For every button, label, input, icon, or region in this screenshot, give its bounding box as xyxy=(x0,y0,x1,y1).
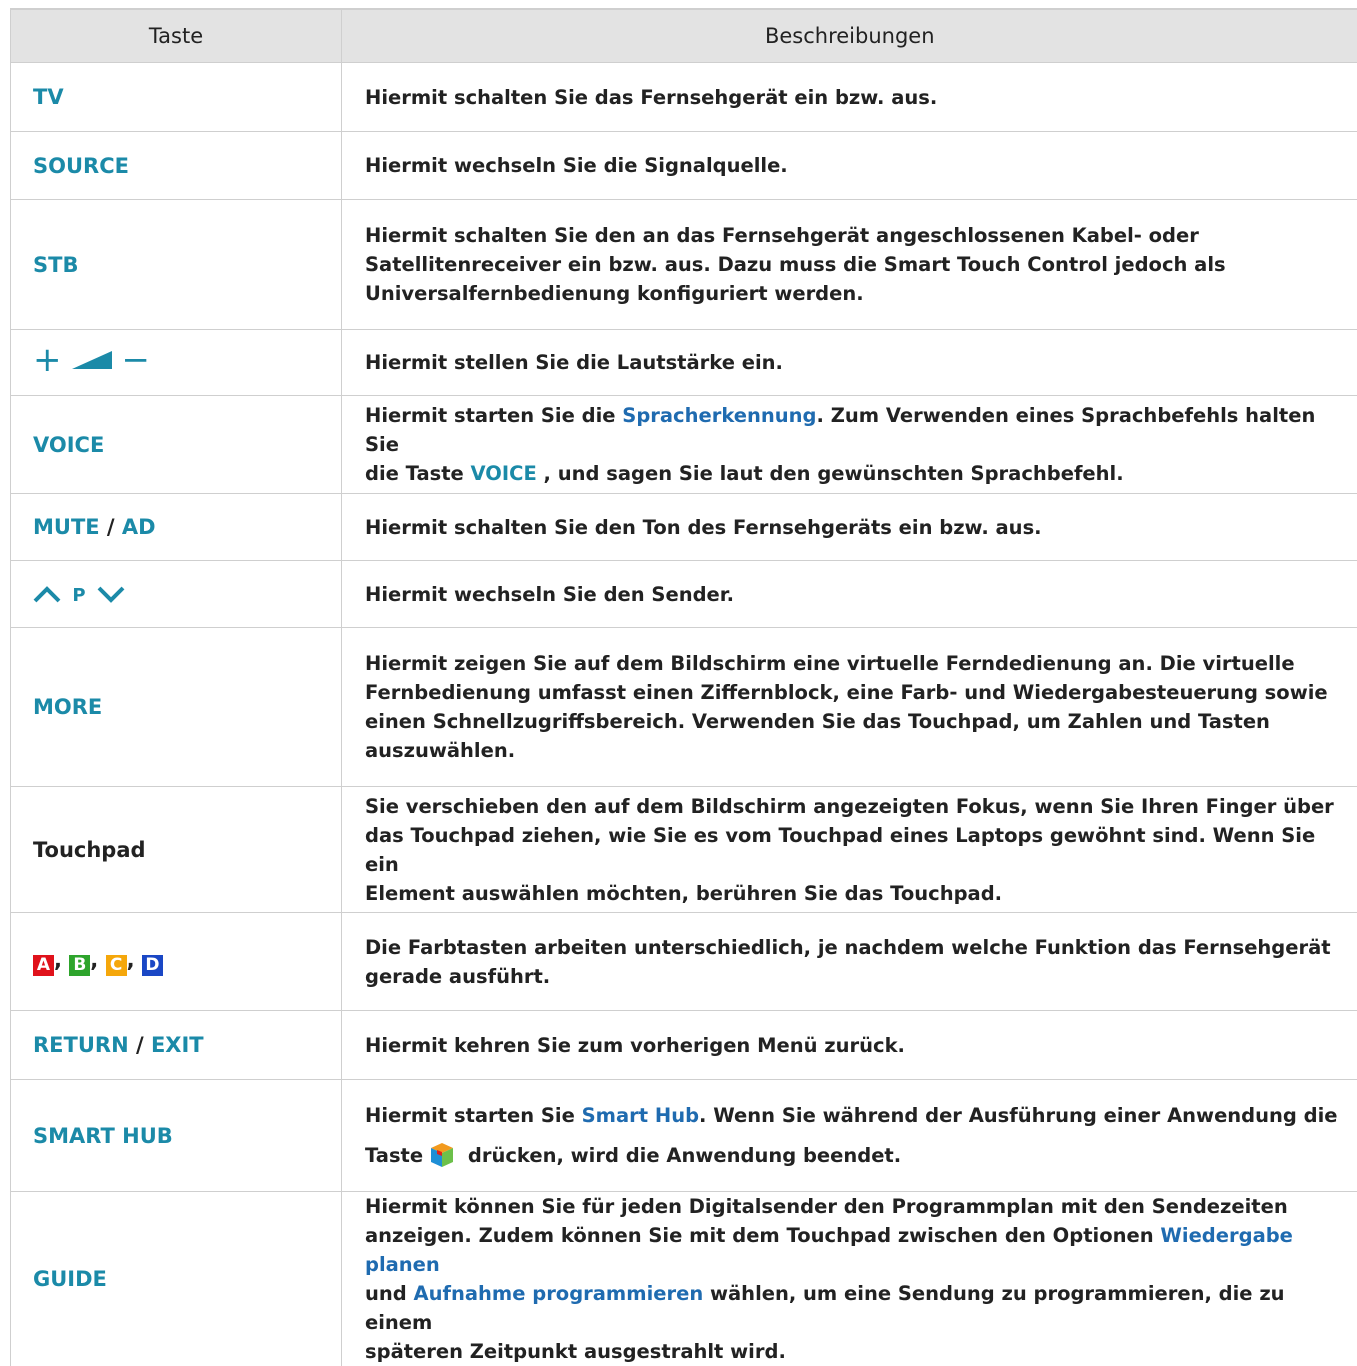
desc-line: gerade ausführt. xyxy=(365,965,550,988)
volume-icon xyxy=(72,351,112,369)
key-separator: / xyxy=(129,1033,151,1057)
row-description: Hiermit starten Sie Smart Hub. Wenn Sie … xyxy=(342,1080,1357,1192)
desc-line: späteren Zeitpunkt ausgestrahlt wird. xyxy=(365,1340,786,1363)
desc-line: auszuwählen. xyxy=(365,739,515,762)
row-description: Hiermit kehren Sie zum vorherigen Menü z… xyxy=(342,1011,1357,1080)
smart-hub-icon xyxy=(429,1141,455,1169)
table-row: P Hiermit wechseln Sie den Sender. xyxy=(11,561,1357,628)
row-description: Hiermit zeigen Sie auf dem Bildschirm ei… xyxy=(342,628,1357,787)
key-channel: P xyxy=(11,561,342,628)
key-smart-hub: SMART HUB xyxy=(11,1080,342,1192)
key-voice: VOICE xyxy=(11,396,342,494)
key-color-buttons: A, B, C, D xyxy=(11,913,342,1011)
minus-icon: − xyxy=(122,350,151,370)
table-row: TV Hiermit schalten Sie das Fernsehgerät… xyxy=(11,63,1357,132)
key-more: MORE xyxy=(11,628,342,787)
key-source: SOURCE xyxy=(11,132,342,200)
key-ad: AD xyxy=(122,515,156,539)
table-row: SOURCE Hiermit wechseln Sie die Signalqu… xyxy=(11,132,1357,200)
comma: , xyxy=(90,948,98,972)
row-description: Hiermit schalten Sie den Ton des Fernseh… xyxy=(342,494,1357,561)
desc-text: anzeigen. Zudem können Sie mit dem Touch… xyxy=(365,1224,1160,1247)
desc-line: Universalfernbedienung konfiguriert werd… xyxy=(365,282,864,305)
chevron-down-icon xyxy=(97,585,125,603)
row-description: Hiermit schalten Sie das Fernsehgerät ei… xyxy=(342,63,1357,132)
desc-text: drücken, wird die Anwendung beendet. xyxy=(461,1144,901,1167)
desc-text: , und sagen Sie laut den gewünschten Spr… xyxy=(537,462,1124,485)
desc-line: das Touchpad ziehen, wie Sie es vom Touc… xyxy=(365,824,1315,876)
row-description: Die Farbtasten arbeiten unterschiedlich,… xyxy=(342,913,1357,1011)
desc-line: Hiermit zeigen Sie auf dem Bildschirm ei… xyxy=(365,652,1295,675)
desc-line: einen Schnellzugriffsbereich. Verwenden … xyxy=(365,710,1270,733)
table-row: A, B, C, D Die Farbtasten arbeiten unter… xyxy=(11,913,1357,1011)
table-row: MORE Hiermit zeigen Sie auf dem Bildschi… xyxy=(11,628,1357,787)
desc-line: Fernbedienung umfasst einen Ziffernblock… xyxy=(365,681,1328,704)
color-key-b: B xyxy=(69,955,90,976)
key-return: RETURN xyxy=(33,1033,129,1057)
table-row: + − Hiermit stellen Sie die Lautstärke e… xyxy=(11,330,1357,396)
color-key-c: C xyxy=(106,955,127,976)
desc-line: Satellitenreceiver ein bzw. aus. Dazu mu… xyxy=(365,253,1226,276)
key-exit: EXIT xyxy=(151,1033,204,1057)
desc-line: Hiermit können Sie für jeden Digitalsend… xyxy=(365,1195,1288,1218)
spracherkennung-link[interactable]: Spracherkennung xyxy=(622,404,816,427)
table-row: VOICE Hiermit starten Sie die Spracherke… xyxy=(11,396,1357,494)
table-row: MUTE / AD Hiermit schalten Sie den Ton d… xyxy=(11,494,1357,561)
aufnahme-programmieren-link[interactable]: Aufnahme programmieren xyxy=(414,1282,704,1305)
key-mute-ad: MUTE / AD xyxy=(11,494,342,561)
desc-text: die Taste xyxy=(365,462,471,485)
smart-hub-link[interactable]: Smart Hub xyxy=(582,1104,699,1127)
table-row: Touchpad Sie verschieben den auf dem Bil… xyxy=(11,787,1357,913)
chevron-up-icon xyxy=(33,585,61,603)
comma: , xyxy=(127,948,135,972)
table-header-row: Taste Beschreibungen xyxy=(11,9,1357,63)
plus-icon: + xyxy=(33,350,62,370)
row-description: Hiermit können Sie für jeden Digitalsend… xyxy=(342,1192,1357,1366)
table-row: GUIDE Hiermit können Sie für jeden Digit… xyxy=(11,1192,1357,1366)
key-touchpad: Touchpad xyxy=(11,787,342,913)
comma: , xyxy=(54,948,62,972)
desc-line: Die Farbtasten arbeiten unterschiedlich,… xyxy=(365,936,1331,959)
column-header-description: Beschreibungen xyxy=(342,9,1357,63)
table-row: SMART HUB Hiermit starten Sie Smart Hub.… xyxy=(11,1080,1357,1192)
column-header-key: Taste xyxy=(11,9,342,63)
desc-line: Sie verschieben den auf dem Bildschirm a… xyxy=(365,795,1334,818)
row-description: Sie verschieben den auf dem Bildschirm a… xyxy=(342,787,1357,913)
desc-text: und xyxy=(365,1282,414,1305)
key-tv: TV xyxy=(11,63,342,132)
row-description: Hiermit starten Sie die Spracherkennung.… xyxy=(342,396,1357,494)
table-row: RETURN / EXIT Hiermit kehren Sie zum vor… xyxy=(11,1011,1357,1080)
row-description: Hiermit stellen Sie die Lautstärke ein. xyxy=(342,330,1357,396)
color-key-a: A xyxy=(33,955,54,976)
desc-text: . Wenn Sie während der Ausführung einer … xyxy=(699,1104,1337,1127)
key-return-exit: RETURN / EXIT xyxy=(11,1011,342,1080)
key-stb: STB xyxy=(11,200,342,330)
key-mute: MUTE xyxy=(33,515,100,539)
desc-line: Hiermit schalten Sie den an das Fernsehg… xyxy=(365,224,1199,247)
desc-line: Element auswählen möchten, berühren Sie … xyxy=(365,882,1002,905)
color-key-d: D xyxy=(142,955,163,976)
remote-keys-table: Taste Beschreibungen TV Hiermit schalten… xyxy=(10,8,1357,1366)
desc-text: Taste xyxy=(365,1144,423,1167)
desc-text: Hiermit starten Sie die xyxy=(365,404,622,427)
key-guide: GUIDE xyxy=(11,1192,342,1366)
row-description: Hiermit wechseln Sie den Sender. xyxy=(342,561,1357,628)
voice-key-ref: VOICE xyxy=(471,462,537,485)
row-description: Hiermit schalten Sie den an das Fernsehg… xyxy=(342,200,1357,330)
desc-text: Hiermit starten Sie xyxy=(365,1104,582,1127)
channel-p-label: P xyxy=(72,585,85,606)
row-description: Hiermit wechseln Sie die Signalquelle. xyxy=(342,132,1357,200)
table-row: STB Hiermit schalten Sie den an das Fern… xyxy=(11,200,1357,330)
key-separator: / xyxy=(100,515,122,539)
key-volume: + − xyxy=(11,330,342,396)
